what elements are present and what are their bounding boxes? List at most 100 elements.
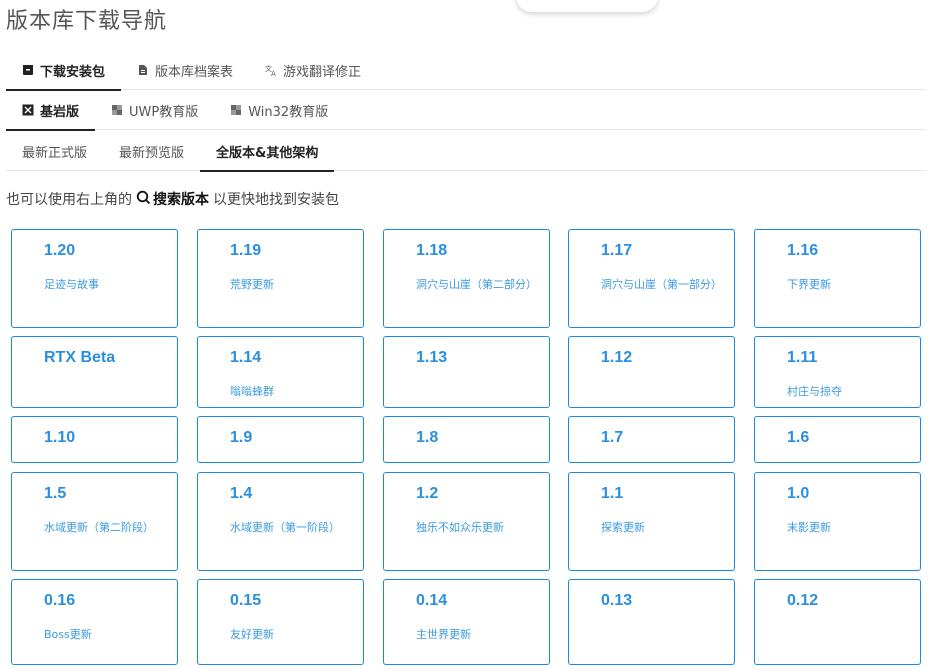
version-card[interactable]: 1.14 嗡嗡蜂群: [197, 336, 364, 408]
education-icon: [230, 104, 242, 116]
version-card[interactable]: 1.8: [383, 416, 550, 463]
package-icon: [22, 64, 34, 76]
version-number: 1.11: [787, 349, 818, 366]
version-card[interactable]: 1.13: [383, 336, 550, 408]
version-number: 1.6: [787, 429, 810, 446]
version-card[interactable]: RTX Beta: [11, 336, 178, 408]
version-number: 1.12: [601, 349, 633, 366]
version-card[interactable]: 1.4 水域更新（第一阶段）: [197, 472, 364, 571]
version-card[interactable]: 1.0 末影更新: [754, 472, 921, 571]
version-name: 水域更新（第一阶段）: [230, 521, 340, 534]
tab-label: UWP教育版: [129, 104, 199, 120]
version-name: 友好更新: [230, 628, 274, 641]
tab-bedrock[interactable]: 基岩版: [6, 90, 96, 131]
tab-latest-preview[interactable]: 最新预览版: [103, 131, 200, 171]
version-card[interactable]: 0.13: [568, 579, 735, 665]
hint-text-before: 也可以使用右上角的: [6, 192, 132, 208]
version-number: 0.14: [416, 592, 448, 609]
search-icon: [136, 190, 151, 209]
tab-version-archive[interactable]: 版本库档案表: [121, 50, 249, 90]
version-number: 1.14: [230, 349, 262, 366]
page-title: 版本库下载导航: [6, 9, 168, 34]
tab-win32-education[interactable]: Win32教育版: [214, 90, 344, 130]
version-name: 独乐不如众乐更新: [416, 521, 504, 534]
channel-tabbar: 最新正式版 最新预览版 全版本&其他架构: [6, 131, 926, 172]
bedrock-icon: [22, 104, 34, 116]
hint-text-after: 以更快地找到安装包: [213, 192, 339, 208]
version-card[interactable]: 1.10: [11, 416, 178, 463]
version-name: 村庄与掠夺: [787, 385, 842, 398]
version-card[interactable]: 1.5 水域更新（第二阶段）: [11, 472, 178, 571]
version-number: 1.7: [601, 429, 624, 446]
tab-label: 最新正式版: [22, 145, 88, 161]
tab-label: 版本库档案表: [155, 64, 234, 80]
tab-label: 全版本&其他架构: [216, 145, 319, 161]
version-number: 1.20: [44, 242, 76, 259]
search-version-reference: 搜索版本: [136, 189, 209, 209]
translate-icon: 文A: [265, 64, 277, 76]
version-name: 足迹与故事: [44, 278, 99, 291]
version-card[interactable]: 0.14 主世界更新: [383, 579, 550, 665]
search-popup-pill[interactable]: [516, 0, 658, 12]
version-number: 1.4: [230, 485, 253, 502]
svg-text:A: A: [271, 70, 276, 76]
education-icon: [111, 104, 123, 116]
version-name: 探索更新: [601, 521, 645, 534]
tab-label: 最新预览版: [119, 145, 185, 161]
version-number: 0.15: [230, 592, 262, 609]
version-number: 1.5: [44, 485, 67, 502]
main-tabbar: 下载安装包 版本库档案表 文A 游戏翻译修正: [6, 50, 926, 91]
version-number: 1.9: [230, 429, 253, 446]
tab-label: 游戏翻译修正: [283, 64, 362, 80]
version-card[interactable]: 1.17 洞穴与山崖（第一部分）: [568, 229, 735, 328]
version-number: 1.13: [416, 349, 448, 366]
version-name: 荒野更新: [230, 278, 274, 291]
version-number: 1.2: [416, 485, 439, 502]
version-number: 1.1: [601, 485, 624, 502]
version-card[interactable]: 1.12: [568, 336, 735, 408]
version-name: 水域更新（第二阶段）: [44, 521, 154, 534]
tab-translation-fix[interactable]: 文A 游戏翻译修正: [249, 50, 377, 90]
version-card[interactable]: 1.6: [754, 416, 921, 463]
version-card[interactable]: 1.1 探索更新: [568, 472, 735, 571]
version-number: 1.19: [230, 242, 262, 259]
tab-label: 下载安装包: [40, 64, 106, 80]
version-number: 1.0: [787, 485, 810, 502]
tab-download-package[interactable]: 下载安装包: [6, 50, 122, 91]
version-number: 0.12: [787, 592, 819, 609]
version-card[interactable]: 1.19 荒野更新: [197, 229, 364, 328]
tab-latest-release[interactable]: 最新正式版: [6, 131, 103, 171]
version-number: 0.16: [44, 592, 76, 609]
version-card[interactable]: 1.11 村庄与掠夺: [754, 336, 921, 408]
version-number: RTX Beta: [44, 349, 116, 366]
version-name: 洞穴与山崖（第一部分）: [601, 278, 722, 291]
version-name: 嗡嗡蜂群: [230, 385, 274, 398]
version-name: 下界更新: [787, 278, 831, 291]
version-number: 0.13: [601, 592, 633, 609]
edition-tabbar: 基岩版 UWP教育版 Win32教育版: [6, 90, 926, 131]
hint-strong-text: 搜索版本: [153, 192, 209, 208]
version-name: 末影更新: [787, 521, 831, 534]
version-card[interactable]: 1.20 足迹与故事: [11, 229, 178, 328]
tab-label: Win32教育版: [248, 104, 329, 120]
version-name: 主世界更新: [416, 628, 471, 641]
version-number: 1.17: [601, 242, 633, 259]
version-number: 1.10: [44, 429, 76, 446]
version-name: Boss更新: [44, 628, 92, 641]
version-card[interactable]: 1.16 下界更新: [754, 229, 921, 328]
version-card[interactable]: 1.2 独乐不如众乐更新: [383, 472, 550, 571]
tab-uwp-education[interactable]: UWP教育版: [95, 90, 214, 130]
version-card[interactable]: 1.9: [197, 416, 364, 463]
version-name: 洞穴与山崖（第二部分）: [416, 278, 537, 291]
version-card[interactable]: 1.18 洞穴与山崖（第二部分）: [383, 229, 550, 328]
search-hint: 也可以使用右上角的 搜索版本 以更快地找到安装包: [6, 189, 339, 209]
version-card[interactable]: 0.16 Boss更新: [11, 579, 178, 665]
version-card[interactable]: 0.12: [754, 579, 921, 665]
version-number: 1.18: [416, 242, 448, 259]
version-number: 1.8: [416, 429, 439, 446]
tab-label: 基岩版: [40, 104, 80, 120]
tab-all-versions[interactable]: 全版本&其他架构: [200, 131, 335, 172]
document-icon: [137, 64, 149, 76]
version-card[interactable]: 0.15 友好更新: [197, 579, 364, 665]
version-card[interactable]: 1.7: [568, 416, 735, 463]
